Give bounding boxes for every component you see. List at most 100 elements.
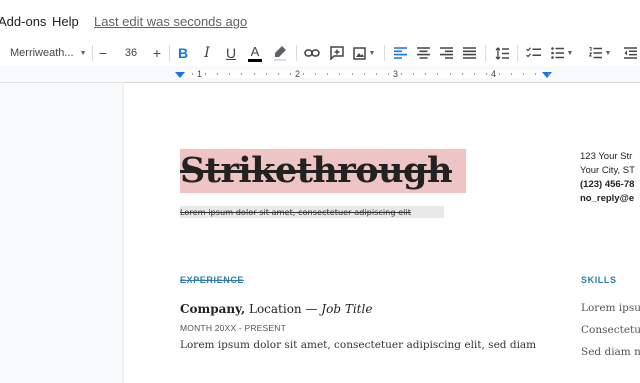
company-name: Company, (180, 302, 246, 316)
italic-button[interactable]: I (198, 43, 216, 63)
ruler-tick (290, 73, 291, 75)
menu-addons[interactable]: Add-ons (0, 14, 46, 29)
font-size-input[interactable]: 36 (118, 43, 144, 63)
ruler-tick (376, 73, 377, 75)
ruler-tick (499, 73, 500, 75)
toolbar-divider (92, 45, 93, 61)
job-description: Lorem ipsum dolor sit amet, consectetuer… (180, 339, 537, 351)
ruler-tick (474, 73, 475, 75)
align-right-icon (439, 47, 453, 59)
ruler-tick (523, 73, 524, 75)
underline-button[interactable]: U (222, 43, 240, 63)
ruler-tick (450, 73, 451, 75)
experience-heading: EXPERIENCE (180, 275, 245, 285)
toolbar-divider (384, 45, 385, 61)
align-left-icon (393, 47, 407, 59)
checklist-icon (525, 47, 541, 58)
ruler-number: 2 (295, 69, 301, 79)
job-title: Job Title (321, 302, 373, 316)
ruler-tick (266, 73, 267, 75)
chevron-down-icon: ▼ (79, 49, 87, 57)
increase-font-size-button[interactable]: + (150, 43, 164, 63)
ruler-tick (192, 73, 193, 75)
skill-item: Consectetue (581, 324, 640, 336)
bulleted-list-button[interactable]: ▼ (548, 43, 576, 63)
ruler-tick (278, 73, 279, 75)
ruler-tick (205, 73, 206, 75)
ruler-tick (511, 73, 512, 75)
menu-bar: Add-ons Help Last edit was seconds ago (0, 0, 640, 40)
ruler-tick (364, 73, 365, 75)
text-color-icon: A (250, 43, 260, 59)
align-left-button[interactable] (390, 43, 410, 63)
justify-icon (462, 47, 476, 59)
italic-icon: I (204, 45, 210, 61)
decrease-font-size-button[interactable]: − (96, 43, 110, 63)
toolbar-divider (517, 45, 518, 61)
ruler-tick (352, 73, 353, 75)
contact-email: no_reply@e (580, 193, 635, 204)
bold-button[interactable]: B (174, 43, 192, 63)
ruler-tick (339, 73, 340, 75)
decrease-indent-button[interactable] (620, 43, 640, 63)
image-icon (352, 46, 366, 60)
insert-comment-button[interactable] (327, 43, 347, 63)
chevron-down-icon: ▼ (604, 49, 612, 57)
align-right-button[interactable] (436, 43, 456, 63)
bulleted-list-icon (550, 47, 564, 59)
toolbar-divider (169, 45, 170, 61)
ruler-tick (437, 73, 438, 75)
link-icon (304, 49, 320, 57)
chevron-down-icon: ▼ (566, 49, 574, 57)
ruler-tick (486, 73, 487, 75)
font-family-dropdown[interactable]: Merriweath... ▼ (10, 43, 88, 63)
horizontal-ruler[interactable]: 1 2 3 4 (0, 66, 640, 83)
line-spacing-button[interactable] (492, 43, 512, 63)
line-spacing-icon (495, 46, 509, 60)
last-edit-link[interactable]: Last edit was seconds ago (94, 14, 247, 29)
checklist-button[interactable] (523, 43, 543, 63)
text-color-swatch (248, 58, 262, 62)
underline-icon: U (225, 45, 237, 61)
ruler-tick (462, 73, 463, 75)
skills-heading: SKILLS (581, 275, 617, 285)
ruler-tick (425, 73, 426, 75)
document-subtitle[interactable]: Lorem ipsum dolor sit amet, consectetuer… (180, 206, 444, 218)
toolbar-divider (296, 45, 297, 61)
ruler-tick (413, 73, 414, 75)
skill-item: Lorem ipsum (581, 302, 640, 314)
contact-street: 123 Your Str (580, 151, 633, 162)
ruler-number: 1 (197, 69, 203, 79)
ruler-tick (401, 73, 402, 75)
ruler-tick (548, 73, 549, 75)
text-color-button[interactable]: A (246, 43, 264, 63)
justify-button[interactable] (459, 43, 479, 63)
bold-icon: B (177, 45, 189, 61)
ruler-tick (303, 73, 304, 75)
indent-decrease-icon (623, 47, 637, 59)
insert-link-button[interactable] (302, 43, 322, 63)
align-center-button[interactable] (413, 43, 433, 63)
numbered-list-button[interactable]: ▼ (586, 43, 614, 63)
document-page[interactable]: Strikethrough Lorem ipsum dolor sit amet… (124, 83, 640, 383)
ruler-tick (388, 73, 389, 75)
menu-help[interactable]: Help (52, 14, 79, 29)
ruler-tick (315, 73, 316, 75)
document-canvas: Strikethrough Lorem ipsum dolor sit amet… (0, 83, 640, 383)
ruler-tick (327, 73, 328, 75)
job-location: Location — (245, 302, 322, 316)
left-indent-marker[interactable] (175, 72, 185, 78)
plus-icon: + (152, 45, 162, 61)
font-size-value: 36 (124, 47, 138, 59)
toolbar-divider (485, 45, 486, 61)
ruler-tick (254, 73, 255, 75)
ruler-tick (535, 73, 536, 75)
align-center-icon (416, 47, 430, 59)
document-title[interactable]: Strikethrough (180, 149, 466, 193)
contact-phone: (123) 456-78 (580, 179, 635, 190)
insert-image-button[interactable]: ▼ (350, 43, 378, 63)
highlight-color-button[interactable] (270, 43, 290, 63)
contact-city: Your City, ST (580, 165, 635, 176)
job-heading: Company, Location — Job Title (180, 302, 372, 316)
right-indent-marker[interactable] (542, 72, 552, 78)
